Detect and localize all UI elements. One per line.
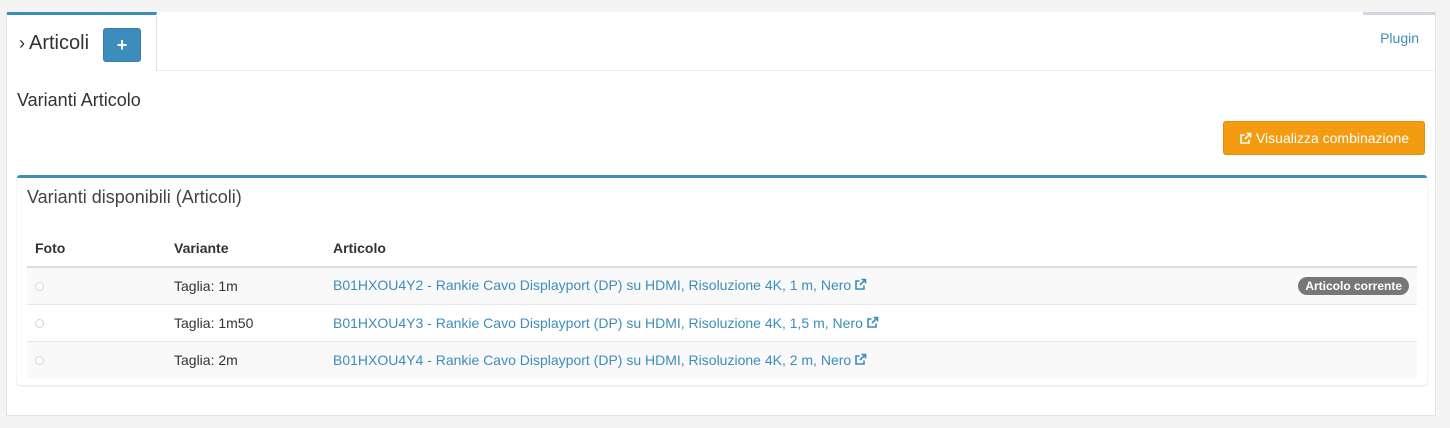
photo-placeholder	[35, 355, 44, 365]
column-header-variante: Variante	[166, 230, 325, 268]
article-link-label: B01HXOU4Y2 - Rankie Cavo Displayport (DP…	[333, 276, 852, 293]
photo-cell	[27, 340, 166, 378]
section-title: Varianti Articolo	[17, 90, 141, 110]
tab-title: › Articoli	[19, 30, 89, 56]
article-cell: B01HXOU4Y4 - Rankie Cavo Displayport (DP…	[325, 340, 1417, 378]
photo-placeholder	[35, 318, 44, 328]
add-article-button[interactable]: +	[103, 28, 141, 62]
column-header-articolo: Articolo	[325, 230, 1417, 268]
table-row: Taglia: 1m50 B01HXOU4Y3 - Rankie Cavo Di…	[27, 303, 1417, 341]
table-header-row: Foto Variante Articolo	[27, 230, 1417, 268]
external-link-icon	[855, 353, 867, 365]
plugin-link[interactable]: Plugin	[1380, 30, 1419, 46]
photo-cell	[27, 266, 166, 304]
article-link-label: B01HXOU4Y4 - Rankie Cavo Displayport (DP…	[333, 351, 852, 368]
article-cell: B01HXOU4Y2 - Rankie Cavo Displayport (DP…	[325, 266, 1417, 304]
tab-articoli[interactable]: › Articoli +	[7, 12, 157, 71]
external-link-icon	[1240, 132, 1252, 144]
variant-cell: Taglia: 1m	[166, 266, 325, 304]
table-row: Taglia: 1m B01HXOU4Y2 - Rankie Cavo Disp…	[27, 266, 1417, 304]
variant-cell: Taglia: 2m	[166, 340, 325, 378]
variants-box-title: Varianti disponibili (Articoli)	[27, 187, 242, 207]
view-combination-button[interactable]: Visualizza combinazione	[1223, 121, 1425, 155]
article-link[interactable]: B01HXOU4Y2 - Rankie Cavo Displayport (DP…	[333, 277, 867, 293]
tab-plugin[interactable]: Plugin	[1363, 12, 1435, 71]
column-header-foto: Foto	[27, 230, 166, 268]
article-cell: B01HXOU4Y3 - Rankie Cavo Displayport (DP…	[325, 303, 1417, 341]
view-combination-label: Visualizza combinazione	[1255, 130, 1410, 146]
external-link-icon	[855, 278, 867, 290]
article-link[interactable]: B01HXOU4Y4 - Rankie Cavo Displayport (DP…	[333, 352, 867, 368]
variants-table: Foto Variante Articolo Taglia: 1m B01HXO…	[27, 230, 1417, 378]
table-row: Taglia: 2m B01HXOU4Y4 - Rankie Cavo Disp…	[27, 340, 1417, 378]
article-link[interactable]: B01HXOU4Y3 - Rankie Cavo Displayport (DP…	[333, 315, 879, 331]
main-card: › Articoli + Plugin Varianti Articolo Vis…	[6, 12, 1436, 416]
external-link-icon	[867, 316, 879, 328]
tab-title-label: Articoli	[29, 32, 90, 54]
photo-cell	[27, 303, 166, 341]
article-link-label: B01HXOU4Y3 - Rankie Cavo Displayport (DP…	[333, 314, 863, 331]
variant-cell: Taglia: 1m50	[166, 303, 325, 341]
current-article-badge: Articolo corrente	[1298, 276, 1409, 295]
variants-box: Varianti disponibili (Articoli) Foto Var…	[17, 175, 1427, 385]
chevron-right-icon: ›	[19, 33, 25, 53]
tab-bar: › Articoli + Plugin	[7, 12, 1435, 71]
photo-placeholder	[35, 281, 44, 291]
